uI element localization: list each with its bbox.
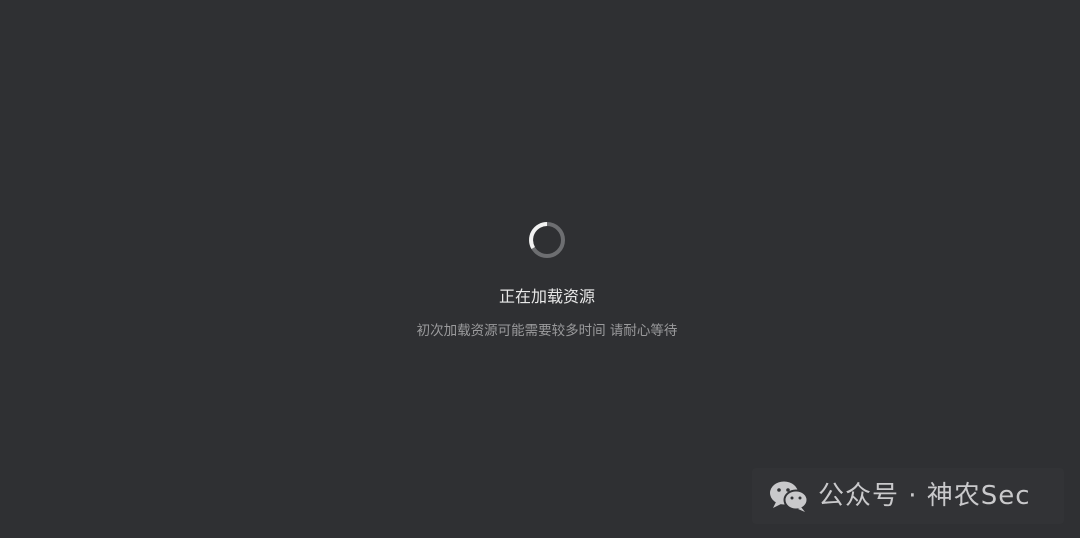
watermark: 公众号 · 神农Sec xyxy=(752,468,1064,524)
loading-title: 正在加载资源 xyxy=(498,287,595,306)
loading-screen: 正在加载资源 初次加载资源可能需要较多时间 请耐心等待 公众号 · 神农Sec xyxy=(0,0,1080,538)
watermark-text: 公众号 · 神农Sec xyxy=(818,481,1031,511)
loading-panel: 正在加载资源 初次加载资源可能需要较多时间 请耐心等待 xyxy=(0,0,1080,538)
wechat-icon xyxy=(770,481,809,512)
loading-subtitle: 初次加载资源可能需要较多时间 请耐心等待 xyxy=(416,323,678,339)
loading-spinner-icon xyxy=(529,222,565,258)
